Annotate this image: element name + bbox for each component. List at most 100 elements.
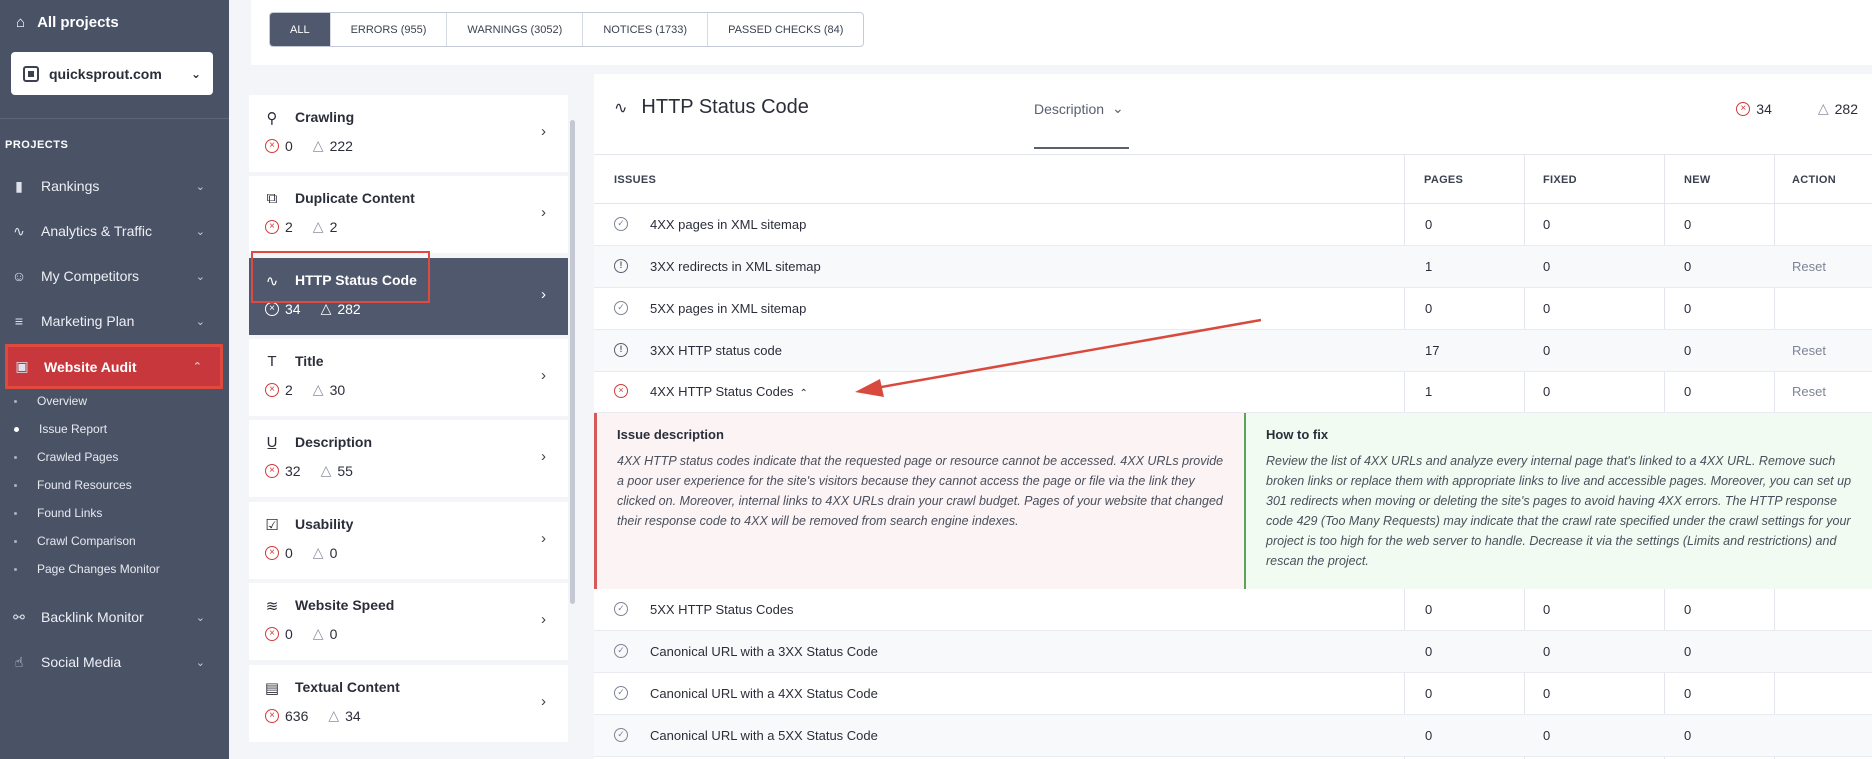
passed-check-icon: ✓ (614, 644, 628, 658)
new-count: 0 (1684, 217, 1692, 232)
category-scrollbar[interactable] (570, 120, 575, 604)
category-name: Textual Content (295, 679, 400, 695)
pages-count: 1 (1425, 259, 1433, 274)
fixed-count: 0 (1543, 301, 1551, 316)
new-count: 0 (1684, 686, 1692, 701)
tab-errors[interactable]: ERRORS (955) (331, 13, 448, 46)
sub-item-page-changes-monitor[interactable]: Page Changes Monitor (14, 559, 160, 579)
chevron-down-icon: ⌄ (195, 611, 205, 624)
sub-item-issue-report[interactable]: Issue Report (14, 419, 107, 439)
category-usability[interactable]: ☑ Usability × 0 △ 0 › (249, 502, 568, 579)
error-icon: × (265, 626, 279, 641)
table-row[interactable]: ✓ Canonical URL with a 3XX Status Code 0… (594, 631, 1872, 673)
new-count: 0 (1684, 343, 1692, 358)
table-row-expanded[interactable]: × 4XX HTTP Status Codes ⌃ 1 0 0 Reset (594, 371, 1872, 413)
category-name: Crawling (295, 109, 355, 125)
sub-item-crawled-pages[interactable]: Crawled Pages (14, 447, 118, 467)
passed-check-icon: ✓ (614, 686, 628, 700)
sidebar-item-label: Social Media (41, 654, 122, 670)
table-row[interactable]: ✓ Canonical URL with a 5XX Status Code 0… (594, 715, 1872, 757)
sidebar-item-backlink-monitor[interactable]: ⚯ Backlink Monitor ⌄ (5, 597, 223, 637)
sub-item-crawl-comparison[interactable]: Crawl Comparison (14, 531, 136, 551)
issue-description-heading: Issue description (617, 427, 724, 442)
error-count: 2 (285, 218, 293, 235)
all-projects-label: All projects (37, 13, 119, 31)
search-icon: ⚲ (266, 110, 278, 127)
column-header-new[interactable]: NEW (1684, 174, 1711, 186)
warning-icon: △ (1817, 100, 1829, 116)
warning-icon: △ (320, 462, 332, 478)
category-name: Website Speed (295, 597, 395, 613)
category-textual-content[interactable]: ▤ Textual Content × 636 △ 34 › (249, 665, 568, 742)
table-row[interactable]: ✓ 5XX HTTP Status Codes 0 0 0 (594, 589, 1872, 631)
new-count: 0 (1684, 602, 1692, 617)
sidebar-item-social-media[interactable]: ☝ Social Media ⌄ (5, 642, 223, 682)
chevron-down-icon: ⌄ (190, 66, 201, 81)
chevron-down-icon: ⌄ (195, 656, 205, 669)
passed-check-icon: ✓ (614, 217, 628, 231)
warning-icon: △ (312, 544, 324, 560)
column-header-pages[interactable]: PAGES (1424, 174, 1463, 186)
all-projects-link[interactable]: ⌂ All projects (16, 10, 119, 34)
bullet-icon (14, 483, 17, 487)
pulse-icon: ∿ (614, 99, 628, 117)
reset-button[interactable]: Reset (1792, 259, 1826, 274)
column-header-issues[interactable]: ISSUES (614, 174, 656, 186)
sidebar-item-competitors[interactable]: ☺ My Competitors ⌄ (5, 256, 223, 296)
reset-button[interactable]: Reset (1792, 384, 1826, 399)
filter-tabs: ALL ERRORS (955) WARNINGS (3052) NOTICES… (269, 12, 865, 47)
column-header-fixed[interactable]: FIXED (1543, 174, 1577, 186)
issue-description-panel: Issue description 4XX HTTP status codes … (594, 413, 1244, 589)
sidebar-item-label: Backlink Monitor (41, 609, 144, 625)
new-count: 0 (1684, 259, 1692, 274)
bullet-icon (14, 426, 19, 432)
tab-passed-checks[interactable]: PASSED CHECKS (84) (708, 13, 863, 46)
favicon-icon (23, 65, 39, 82)
table-row[interactable]: ! 3XX HTTP status code 17 0 0 Reset (594, 330, 1872, 372)
column-header-action[interactable]: ACTION (1792, 174, 1836, 186)
table-row[interactable]: ✓ Canonical URL with a 4XX Status Code 0… (594, 673, 1872, 715)
sub-item-found-resources[interactable]: Found Resources (14, 475, 132, 495)
chevron-right-icon: › (541, 448, 546, 465)
bullet-icon (14, 455, 17, 459)
underline-icon: U̲ (266, 434, 278, 451)
category-counts: × 2 △ 30 (265, 381, 345, 398)
sidebar-item-analytics[interactable]: ∿ Analytics & Traffic ⌄ (5, 211, 223, 251)
error-icon: × (265, 301, 279, 316)
sidebar-divider (0, 118, 229, 119)
tab-all[interactable]: ALL (270, 13, 331, 46)
annotation-highlight-box (251, 251, 430, 303)
category-website-speed[interactable]: ≋ Website Speed × 0 △ 0 › (249, 583, 568, 660)
project-select[interactable]: quicksprout.com ⌄ (11, 52, 213, 95)
category-title[interactable]: T Title × 2 △ 30 › (249, 339, 568, 416)
category-crawling[interactable]: ⚲ Crawling × 0 △ 222 › (249, 95, 568, 172)
chevron-right-icon: › (541, 367, 546, 384)
error-icon: × (265, 138, 279, 153)
sidebar-item-rankings[interactable]: ▮ Rankings ⌄ (5, 166, 223, 206)
sub-item-found-links[interactable]: Found Links (14, 503, 102, 523)
description-dropdown[interactable]: Description ⌄ (1034, 100, 1124, 117)
error-icon: × (265, 545, 279, 560)
category-duplicate-content[interactable]: ⧉ Duplicate Content × 2 △ 2 › (249, 176, 568, 253)
warning-count: 222 (329, 137, 353, 154)
table-row[interactable]: ✓ 5XX pages in XML sitemap 0 0 0 (594, 288, 1872, 330)
panel-title: ∿ HTTP Status Code (614, 96, 809, 119)
chevron-down-icon: ⌄ (195, 225, 205, 238)
table-row[interactable]: ! 3XX redirects in XML sitemap 1 0 0 Res… (594, 246, 1872, 288)
tab-warnings[interactable]: WARNINGS (3052) (447, 13, 584, 46)
table-row[interactable]: ✓ 4XX pages in XML sitemap 0 0 0 (594, 204, 1872, 246)
chevron-up-icon[interactable]: ⌃ (800, 388, 808, 399)
notice-icon: ! (614, 259, 628, 273)
category-description[interactable]: U̲ Description × 32 △ 55 › (249, 420, 568, 497)
text-icon: T (267, 353, 277, 370)
sidebar-item-website-audit[interactable]: ▣ Website Audit ⌃ (5, 344, 223, 389)
warning-icon: △ (312, 381, 324, 397)
project-name: quicksprout.com (49, 65, 162, 82)
tab-notices[interactable]: NOTICES (1733) (583, 13, 709, 46)
chevron-down-icon: ⌄ (1112, 100, 1124, 116)
fixed-count: 0 (1543, 259, 1551, 274)
reset-button[interactable]: Reset (1792, 343, 1826, 358)
fixed-count: 0 (1543, 602, 1551, 617)
sidebar-item-marketing-plan[interactable]: ≡ Marketing Plan ⌄ (5, 301, 223, 341)
sub-item-overview[interactable]: Overview (14, 391, 87, 411)
